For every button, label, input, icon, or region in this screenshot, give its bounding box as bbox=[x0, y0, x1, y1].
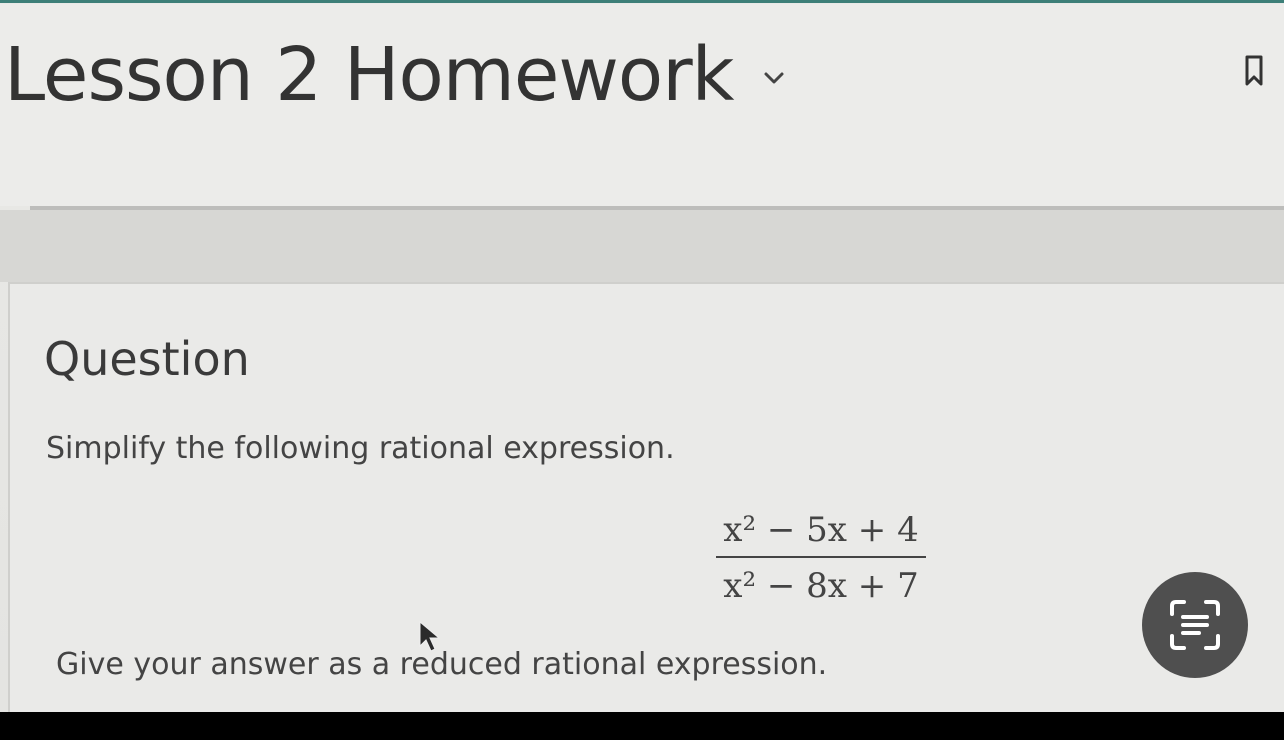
question-card: Question Simplify the following rational… bbox=[8, 282, 1284, 712]
chevron-down-icon bbox=[764, 72, 784, 84]
mouse-pointer-icon bbox=[419, 620, 441, 652]
text-scan-icon bbox=[1170, 600, 1220, 650]
toolbar-band bbox=[0, 210, 1284, 282]
fraction-numerator: x² − 5x + 4 bbox=[723, 510, 919, 550]
question-prompt: Simplify the following rational expressi… bbox=[46, 431, 675, 466]
homework-page: Lesson 2 Homework Question Simplify the … bbox=[0, 0, 1284, 712]
bookmark-icon[interactable] bbox=[1244, 54, 1264, 88]
bottom-black-bar bbox=[0, 712, 1284, 740]
top-accent-bar bbox=[0, 0, 1284, 3]
question-heading: Question bbox=[44, 332, 250, 386]
title-dropdown[interactable]: Lesson 2 Homework bbox=[4, 38, 785, 112]
fraction-denominator: x² − 8x + 7 bbox=[723, 566, 919, 606]
rational-expression: x² − 5x + 4 x² − 8x + 7 bbox=[716, 510, 926, 606]
answer-instruction: Give your answer as a reduced rational e… bbox=[56, 647, 828, 682]
page-title: Lesson 2 Homework bbox=[4, 32, 734, 118]
fraction-bar bbox=[716, 556, 926, 558]
page-header: Lesson 2 Homework bbox=[0, 4, 1284, 206]
scan-text-button[interactable] bbox=[1142, 572, 1248, 678]
